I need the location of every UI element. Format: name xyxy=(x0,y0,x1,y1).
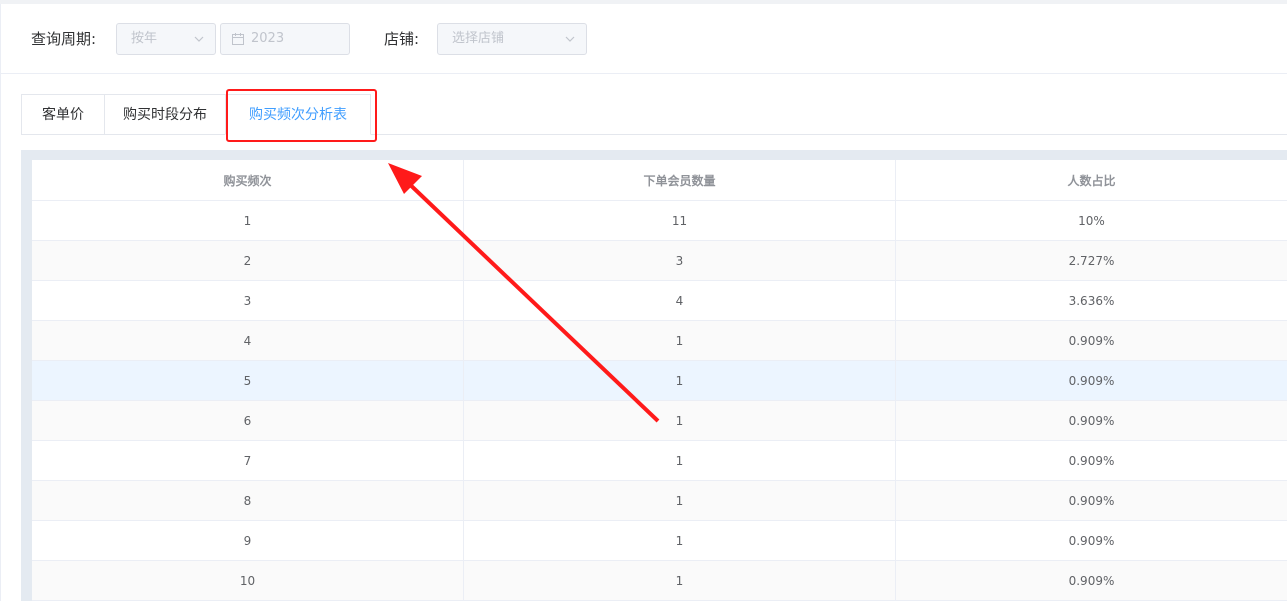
header-ratio: 人数占比 xyxy=(1067,173,1116,188)
year-value: 2023 xyxy=(251,31,285,46)
frequency-table: 购买频次 下单会员数量 人数占比 1 11 10% 2 3 2.727% 3 4 3.636% 4… xyxy=(32,160,1287,601)
header-member-count: 下单会员数量 xyxy=(464,160,896,200)
table-row[interactable]: 9 1 0.909% xyxy=(32,521,1287,561)
cell-ratio: 0.909% xyxy=(1068,453,1115,468)
filter-bar: 查询周期: 按年 2023 店铺: 选择店铺 xyxy=(1,4,1287,74)
cell-ratio: 10% xyxy=(1078,213,1105,228)
cell-frequency: 2 xyxy=(32,241,464,280)
table-row[interactable]: 6 1 0.909% xyxy=(32,401,1287,441)
calendar-icon xyxy=(232,33,244,45)
annotation-highlight-box xyxy=(226,89,377,142)
cell-ratio: 0.909% xyxy=(1068,493,1115,508)
period-type-value: 按年 xyxy=(131,31,158,46)
period-type-select[interactable]: 按年 xyxy=(116,23,216,55)
table-row[interactable]: 7 1 0.909% xyxy=(32,441,1287,481)
cell-member-count: 1 xyxy=(464,561,896,600)
cell-frequency: 6 xyxy=(32,401,464,440)
table-row[interactable]: 5 1 0.909% xyxy=(32,361,1287,401)
tab-purchase-time[interactable]: 购买时段分布 xyxy=(104,94,226,135)
cell-frequency: 9 xyxy=(32,521,464,560)
cell-frequency: 4 xyxy=(32,321,464,360)
cell-ratio: 0.909% xyxy=(1068,373,1115,388)
table-row[interactable]: 3 4 3.636% xyxy=(32,281,1287,321)
cell-member-count: 1 xyxy=(464,481,896,520)
cell-frequency: 8 xyxy=(32,481,464,520)
cell-ratio: 0.909% xyxy=(1068,533,1115,548)
chevron-down-icon xyxy=(565,36,575,42)
cell-ratio: 0.909% xyxy=(1068,333,1115,348)
header-frequency: 购买频次 xyxy=(32,160,464,200)
chevron-down-icon xyxy=(194,36,204,42)
shop-select[interactable]: 选择店铺 xyxy=(437,23,587,55)
table-row[interactable]: 2 3 2.727% xyxy=(32,241,1287,281)
cell-ratio: 0.909% xyxy=(1068,413,1115,428)
cell-frequency: 7 xyxy=(32,441,464,480)
left-border xyxy=(0,4,1,601)
year-picker[interactable]: 2023 xyxy=(220,23,350,55)
table-row[interactable]: 8 1 0.909% xyxy=(32,481,1287,521)
cell-member-count: 3 xyxy=(464,241,896,280)
cell-frequency: 1 xyxy=(32,201,464,240)
cell-member-count: 1 xyxy=(464,321,896,360)
cell-member-count: 1 xyxy=(464,401,896,440)
table-row[interactable]: 1 11 10% xyxy=(32,201,1287,241)
cell-frequency: 3 xyxy=(32,281,464,320)
table-header-row: 购买频次 下单会员数量 人数占比 xyxy=(32,160,1287,201)
shop-placeholder: 选择店铺 xyxy=(452,31,505,46)
cell-frequency: 10 xyxy=(32,561,464,600)
table-row[interactable]: 4 1 0.909% xyxy=(32,321,1287,361)
cell-ratio: 3.636% xyxy=(1068,293,1115,308)
shop-label: 店铺: xyxy=(384,30,420,48)
cell-ratio: 2.727% xyxy=(1068,253,1115,268)
cell-member-count: 1 xyxy=(464,441,896,480)
table-row[interactable]: 10 1 0.909% xyxy=(32,561,1287,601)
cell-member-count: 11 xyxy=(464,201,896,240)
table-container: 购买频次 下单会员数量 人数占比 1 11 10% 2 3 2.727% 3 4 3.636% 4… xyxy=(21,150,1287,601)
tab-customer-price[interactable]: 客单价 xyxy=(21,94,105,135)
cell-member-count: 1 xyxy=(464,521,896,560)
period-label: 查询周期: xyxy=(31,30,97,48)
cell-ratio: 0.909% xyxy=(1068,573,1115,588)
cell-member-count: 4 xyxy=(464,281,896,320)
cell-frequency: 5 xyxy=(32,361,464,400)
cell-member-count: 1 xyxy=(464,361,896,400)
